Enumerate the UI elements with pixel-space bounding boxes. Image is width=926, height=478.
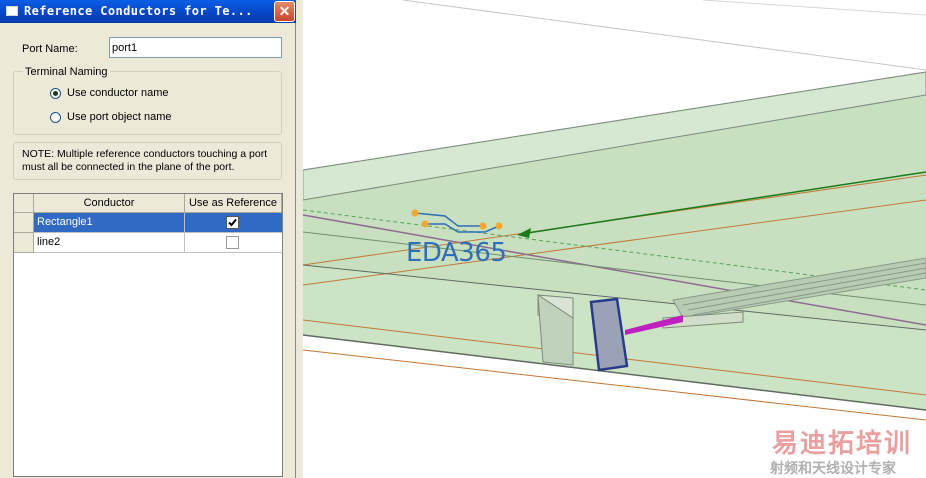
reference-conductor-grid: Conductor Use as Reference Rectangle1 li… <box>13 193 283 477</box>
conductor-cell[interactable]: Rectangle1 <box>34 213 185 233</box>
row-header[interactable] <box>14 233 34 253</box>
use-as-reference-checkbox[interactable] <box>226 236 239 249</box>
reference-cell[interactable] <box>185 233 282 253</box>
eda365-logo: EDA365 <box>406 238 507 268</box>
table-row[interactable]: line2 <box>14 233 282 253</box>
radio-use-conductor-name[interactable]: Use conductor name <box>50 87 169 99</box>
reference-cell[interactable] <box>185 213 282 233</box>
radio-button-selected[interactable] <box>50 87 61 99</box>
use-as-reference-checkbox-checked[interactable] <box>226 216 239 229</box>
checkmark-icon <box>228 218 237 227</box>
reference-conductors-dialog: Reference Conductors for Te... ✕ Port Na… <box>0 0 296 478</box>
conductor-cell[interactable]: line2 <box>34 233 185 253</box>
terminal-naming-group <box>13 71 282 135</box>
splitter[interactable] <box>296 0 303 478</box>
radio-use-port-object-name[interactable]: Use port object name <box>50 111 172 123</box>
port-name-input[interactable] <box>109 37 282 58</box>
grid-corner-header <box>14 194 34 213</box>
close-button[interactable]: ✕ <box>274 1 295 22</box>
3d-model-viewport[interactable] <box>303 0 926 478</box>
row-header[interactable] <box>14 213 34 233</box>
title-bar[interactable]: Reference Conductors for Te... ✕ <box>0 0 296 23</box>
terminal-naming-legend: Terminal Naming <box>23 66 110 78</box>
model-scene <box>303 0 926 478</box>
watermark-subtitle: 射频和天线设计专家 <box>770 461 896 477</box>
column-header-conductor[interactable]: Conductor <box>34 194 185 213</box>
radio-button[interactable] <box>50 111 61 123</box>
table-row[interactable]: Rectangle1 <box>14 213 282 233</box>
port-name-label: Port Name: <box>22 43 78 55</box>
radio-label: Use port object name <box>67 111 172 123</box>
radio-label: Use conductor name <box>67 87 169 99</box>
note-text: NOTE: Multiple reference conductors touc… <box>13 142 282 180</box>
column-header-use-as-reference[interactable]: Use as Reference <box>185 194 282 213</box>
window-icon <box>6 6 18 16</box>
dialog-title: Reference Conductors for Te... <box>24 4 253 18</box>
watermark-title: 易迪拓培训 <box>772 429 913 459</box>
